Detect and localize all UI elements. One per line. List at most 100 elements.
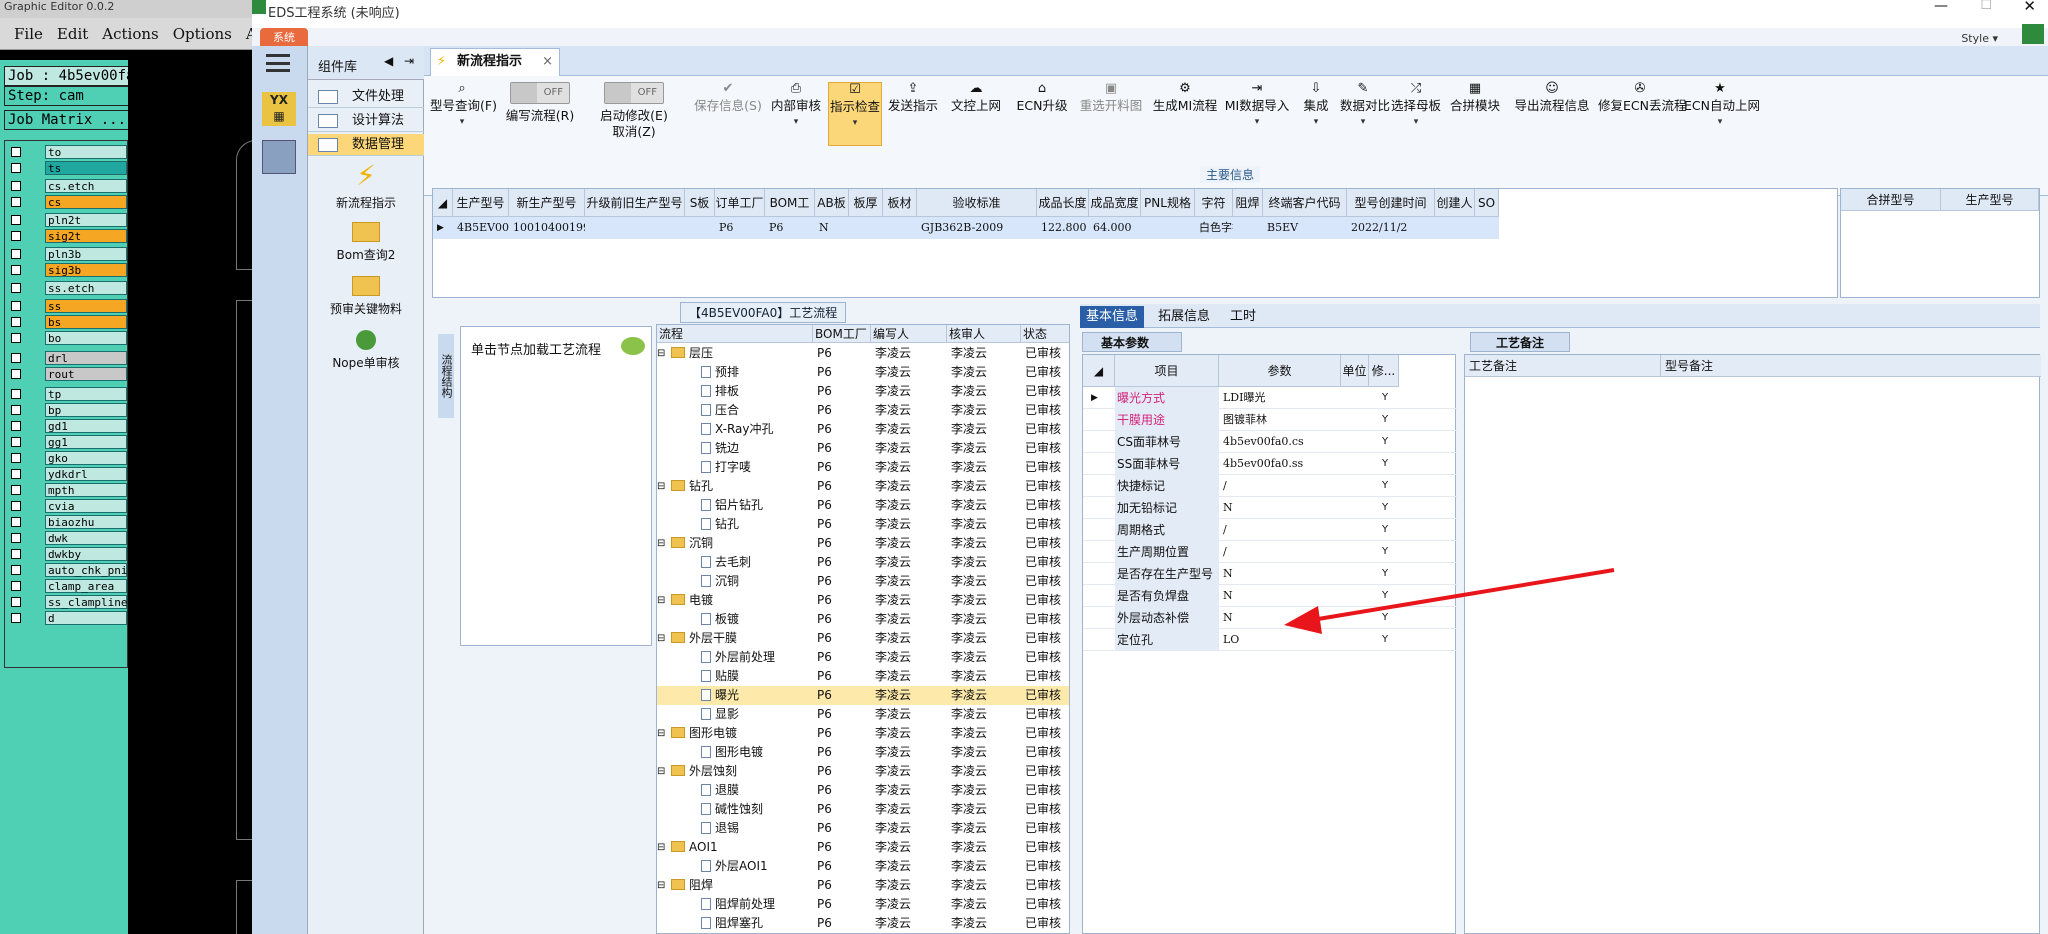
layer-row[interactable]: pln3b: [11, 247, 127, 262]
col-craft-note[interactable]: 工艺备注: [1465, 355, 1661, 377]
chevron-down-icon[interactable]: ▾: [1390, 114, 1442, 130]
tree-row[interactable]: 退锡 P6 李凌云 李凌云 已审核: [657, 819, 1069, 838]
col-header[interactable]: AB板: [815, 189, 849, 217]
layer-checkbox[interactable]: [11, 501, 21, 511]
tree-node[interactable]: 钻孔: [671, 477, 811, 496]
toolbar-button-0[interactable]: ⌕ 型号查询(F) ▾: [430, 82, 497, 130]
toolbar-button-7[interactable]: ☁ 文控上网: [946, 82, 1006, 114]
col-header[interactable]: 状态: [1021, 325, 1069, 343]
tree-node[interactable]: X-Ray冲孔: [701, 420, 811, 439]
layer-row[interactable]: pln2t: [11, 213, 127, 228]
param-row[interactable]: 快捷标记 / Y: [1083, 475, 1457, 497]
expand-toggle-icon[interactable]: ⊟: [657, 724, 669, 743]
toolbar-button-17[interactable]: ✇ 修复ECN丢流程: [1598, 82, 1686, 114]
col-header[interactable]: S板: [685, 189, 715, 217]
tree-row[interactable]: 压合 P6 李凌云 李凌云 已审核: [657, 401, 1069, 420]
tab-close-icon[interactable]: ×: [542, 49, 553, 75]
expand-toggle-icon[interactable]: ⊟: [657, 591, 669, 610]
col-header[interactable]: 成品长度: [1037, 189, 1089, 217]
expand-toggle-icon[interactable]: ⊟: [657, 762, 669, 781]
layer-row[interactable]: tp: [11, 387, 127, 402]
hamburger-menu-icon[interactable]: [266, 54, 290, 72]
grid-cell[interactable]: 4B5EV00FA0: [453, 217, 531, 239]
layer-name[interactable]: clamp_area: [45, 579, 127, 593]
graphic-canvas[interactable]: [128, 60, 266, 934]
tree-row[interactable]: 图形电镀 P6 李凌云 李凌云 已审核: [657, 743, 1069, 762]
calculator-icon[interactable]: [262, 140, 296, 174]
col-header[interactable]: 流程: [657, 325, 813, 343]
layer-row[interactable]: to: [11, 145, 127, 160]
toolbar-button-11[interactable]: ⇥ MI数据导入 ▾: [1224, 82, 1290, 130]
grid-cell[interactable]: B5EV: [1263, 217, 1347, 239]
layer-checkbox[interactable]: [11, 565, 21, 575]
grid-cell[interactable]: [883, 217, 917, 239]
chevron-down-icon[interactable]: ▾: [1296, 114, 1336, 130]
layer-row[interactable]: cs: [11, 195, 127, 210]
col-header[interactable]: 参数: [1219, 355, 1341, 387]
param-row[interactable]: CS面菲林号 4b5ev00fa0.cs Y: [1083, 431, 1457, 453]
chevron-down-icon[interactable]: ▾: [1684, 114, 1756, 130]
tree-node[interactable]: 外层前处理: [701, 648, 811, 667]
layer-checkbox[interactable]: [11, 405, 21, 415]
nope-review-item[interactable]: Nope单审核: [308, 326, 424, 371]
param-value[interactable]: LDI曝光: [1223, 387, 1343, 409]
layer-name[interactable]: gg1: [45, 435, 127, 449]
flow-structure-vtab[interactable]: 流程结构: [438, 334, 454, 418]
style-menu[interactable]: Style ▾: [1961, 32, 1998, 45]
tree-node[interactable]: 预排: [701, 363, 811, 382]
tree-node[interactable]: 排板: [701, 382, 811, 401]
basic-params-header[interactable]: 基本参数: [1082, 332, 1182, 352]
tree-row[interactable]: 图形电镀 ⊟ P6 李凌云 李凌云 已审核: [657, 724, 1069, 743]
layer-name[interactable]: gko: [45, 451, 127, 465]
layer-name[interactable]: sig2t: [45, 229, 127, 243]
tree-node[interactable]: 钻孔: [701, 515, 811, 534]
toolbar-button-4[interactable]: ⎙ 内部审核 ▾: [768, 82, 824, 130]
param-value[interactable]: 图镀菲林: [1223, 409, 1343, 431]
layer-row[interactable]: clamp_area: [11, 579, 127, 594]
toggle-switch[interactable]: OFF: [510, 82, 570, 104]
chevron-down-icon[interactable]: ▾: [1224, 114, 1290, 130]
menu-actions[interactable]: Actions: [102, 25, 158, 43]
tree-node[interactable]: 打字唛: [701, 458, 811, 477]
col-header[interactable]: 阻焊: [1233, 189, 1263, 217]
layer-row[interactable]: drl: [11, 351, 127, 366]
layer-name[interactable]: ss_clampline: [45, 595, 127, 609]
tab-new-flow[interactable]: ⚡ 新流程指示 ×: [430, 48, 560, 76]
layer-name[interactable]: ts: [45, 161, 127, 175]
tree-row[interactable]: 显影 P6 李凌云 李凌云 已审核: [657, 705, 1069, 724]
param-row[interactable]: 加无铅标记 N Y: [1083, 497, 1457, 519]
col-header[interactable]: 核审人: [947, 325, 1021, 343]
expand-toggle-icon[interactable]: ⊟: [657, 876, 669, 895]
tree-row[interactable]: 曝光 P6 李凌云 李凌云 已审核: [657, 686, 1069, 705]
tree-node[interactable]: 沉铜: [671, 534, 811, 553]
col-header[interactable]: 修...: [1369, 355, 1399, 387]
tree-node[interactable]: 碱性蚀刻: [701, 800, 811, 819]
toolbar-button-5[interactable]: ☑ 指示检查 ▾: [828, 82, 882, 146]
menu-options[interactable]: Options: [173, 25, 232, 43]
tree-row[interactable]: 层压 ⊟ P6 李凌云 李凌云 已审核: [657, 344, 1069, 363]
tree-row[interactable]: 沉铜 ⊟ P6 李凌云 李凌云 已审核: [657, 534, 1069, 553]
layer-row[interactable]: cvia: [11, 499, 127, 514]
layer-checkbox[interactable]: [11, 197, 21, 207]
col-header[interactable]: 生产型号: [453, 189, 509, 217]
chevron-down-icon[interactable]: ▾: [829, 115, 881, 131]
col-header[interactable]: BOM工厂: [813, 325, 871, 343]
layer-checkbox[interactable]: [11, 485, 21, 495]
tree-node[interactable]: 外层蚀刻: [671, 762, 811, 781]
tree-row[interactable]: 阻焊前处理 P6 李凌云 李凌云 已审核: [657, 895, 1069, 914]
pin-icon[interactable]: ⇥: [404, 54, 414, 68]
tree-row[interactable]: 板镀 P6 李凌云 李凌云 已审核: [657, 610, 1069, 629]
grid-cell[interactable]: [1475, 217, 1499, 239]
tree-node[interactable]: 退锡: [701, 819, 811, 838]
param-value[interactable]: N: [1223, 585, 1343, 607]
layer-name[interactable]: cs: [45, 195, 127, 209]
tree-row[interactable]: 铝片钻孔 P6 李凌云 李凌云 已审核: [657, 496, 1069, 515]
layer-row[interactable]: gd1: [11, 419, 127, 434]
tree-row[interactable]: 阻焊塞孔 P6 李凌云 李凌云 已审核: [657, 914, 1069, 933]
layer-checkbox[interactable]: [11, 249, 21, 259]
layer-row[interactable]: ss: [11, 299, 127, 314]
grid-cell[interactable]: N: [815, 217, 849, 239]
layer-name[interactable]: biaozhu: [45, 515, 127, 529]
grid-cell[interactable]: [1233, 217, 1263, 239]
tree-row[interactable]: 钻孔 ⊟ P6 李凌云 李凌云 已审核: [657, 477, 1069, 496]
